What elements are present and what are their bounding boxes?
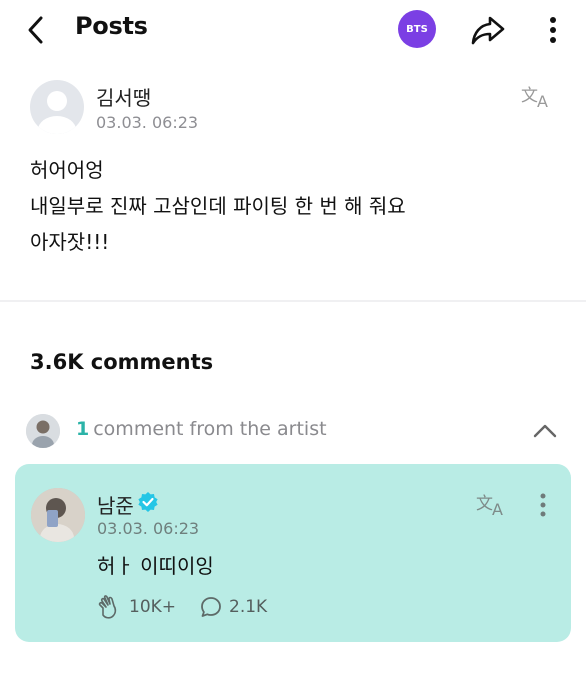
more-options-button[interactable] (538, 10, 568, 50)
comments-count: 3.6K comments (30, 350, 214, 374)
translate-icon: 文 A (476, 494, 503, 519)
like-count: 10K+ (129, 597, 177, 617)
page-title: Posts (75, 12, 148, 40)
svg-text:A: A (537, 92, 548, 110)
artist-comment-card: 남준 03.03. 06:23 文 A 허ㅏ 이띠이잉 10K+ 2.1K (15, 464, 571, 642)
post: 김서땡 03.03. 06:23 文 A 허어어엉 내일부로 진짜 고삼인데 파… (0, 60, 586, 300)
back-button[interactable] (18, 10, 54, 50)
reply-count: 2.1K (229, 597, 268, 617)
author-avatar[interactable] (30, 80, 84, 134)
comment-more-button[interactable] (533, 490, 553, 520)
top-bar: Posts BTS (0, 0, 586, 60)
cheer-hand-icon (98, 595, 117, 619)
chevron-left-icon (28, 16, 43, 44)
comment-bubble-icon (201, 597, 221, 617)
artist-comment-text: 허ㅏ 이띠이잉 (97, 554, 214, 578)
post-line: 허어어엉 (30, 158, 104, 182)
author-name[interactable]: 김서땡 (96, 82, 151, 111)
artist-comments-toggle[interactable]: 1 comment from the artist (0, 410, 586, 452)
like-button[interactable]: 10K+ (97, 592, 176, 622)
translate-button[interactable]: 文 A (475, 490, 511, 519)
artist-photo-icon (26, 414, 60, 448)
svg-text:文: 文 (521, 86, 538, 106)
svg-text:A: A (492, 500, 503, 518)
svg-text:文: 文 (476, 494, 493, 514)
translate-icon: 文 A (521, 86, 548, 111)
post-content: 허어어엉 내일부로 진짜 고삼인데 파이팅 한 번 해 줘요 아자잣!!! (30, 152, 406, 260)
artist-photo-icon (31, 488, 85, 542)
share-button[interactable] (468, 10, 508, 50)
post-timestamp: 03.03. 06:23 (96, 113, 199, 132)
artist-comment-timestamp: 03.03. 06:23 (97, 519, 200, 538)
artist-comments-label: 1 comment from the artist (76, 418, 327, 440)
translate-button[interactable]: 文 A (520, 82, 556, 111)
reply-button[interactable]: 2.1K (199, 592, 267, 622)
post-line: 내일부로 진짜 고삼인데 파이팅 한 번 해 줘요 (30, 194, 406, 218)
artist-avatar[interactable] (31, 488, 85, 542)
chevron-up-icon (533, 424, 557, 438)
collapse-button[interactable] (530, 416, 560, 446)
verified-badge-icon (138, 492, 158, 512)
community-badge[interactable]: BTS (398, 10, 436, 48)
share-arrow-icon (471, 16, 505, 45)
artist-comment-text: comment from the artist (93, 418, 327, 440)
post-line: 아자잣!!! (30, 230, 110, 254)
default-avatar-icon (38, 91, 76, 134)
artist-name[interactable]: 남준 (97, 490, 134, 519)
section-divider (0, 300, 586, 302)
vertical-dots-icon (550, 17, 556, 43)
artist-avatar-small (26, 414, 60, 448)
artist-comment-count: 1 (76, 418, 90, 440)
vertical-dots-icon (540, 493, 546, 517)
